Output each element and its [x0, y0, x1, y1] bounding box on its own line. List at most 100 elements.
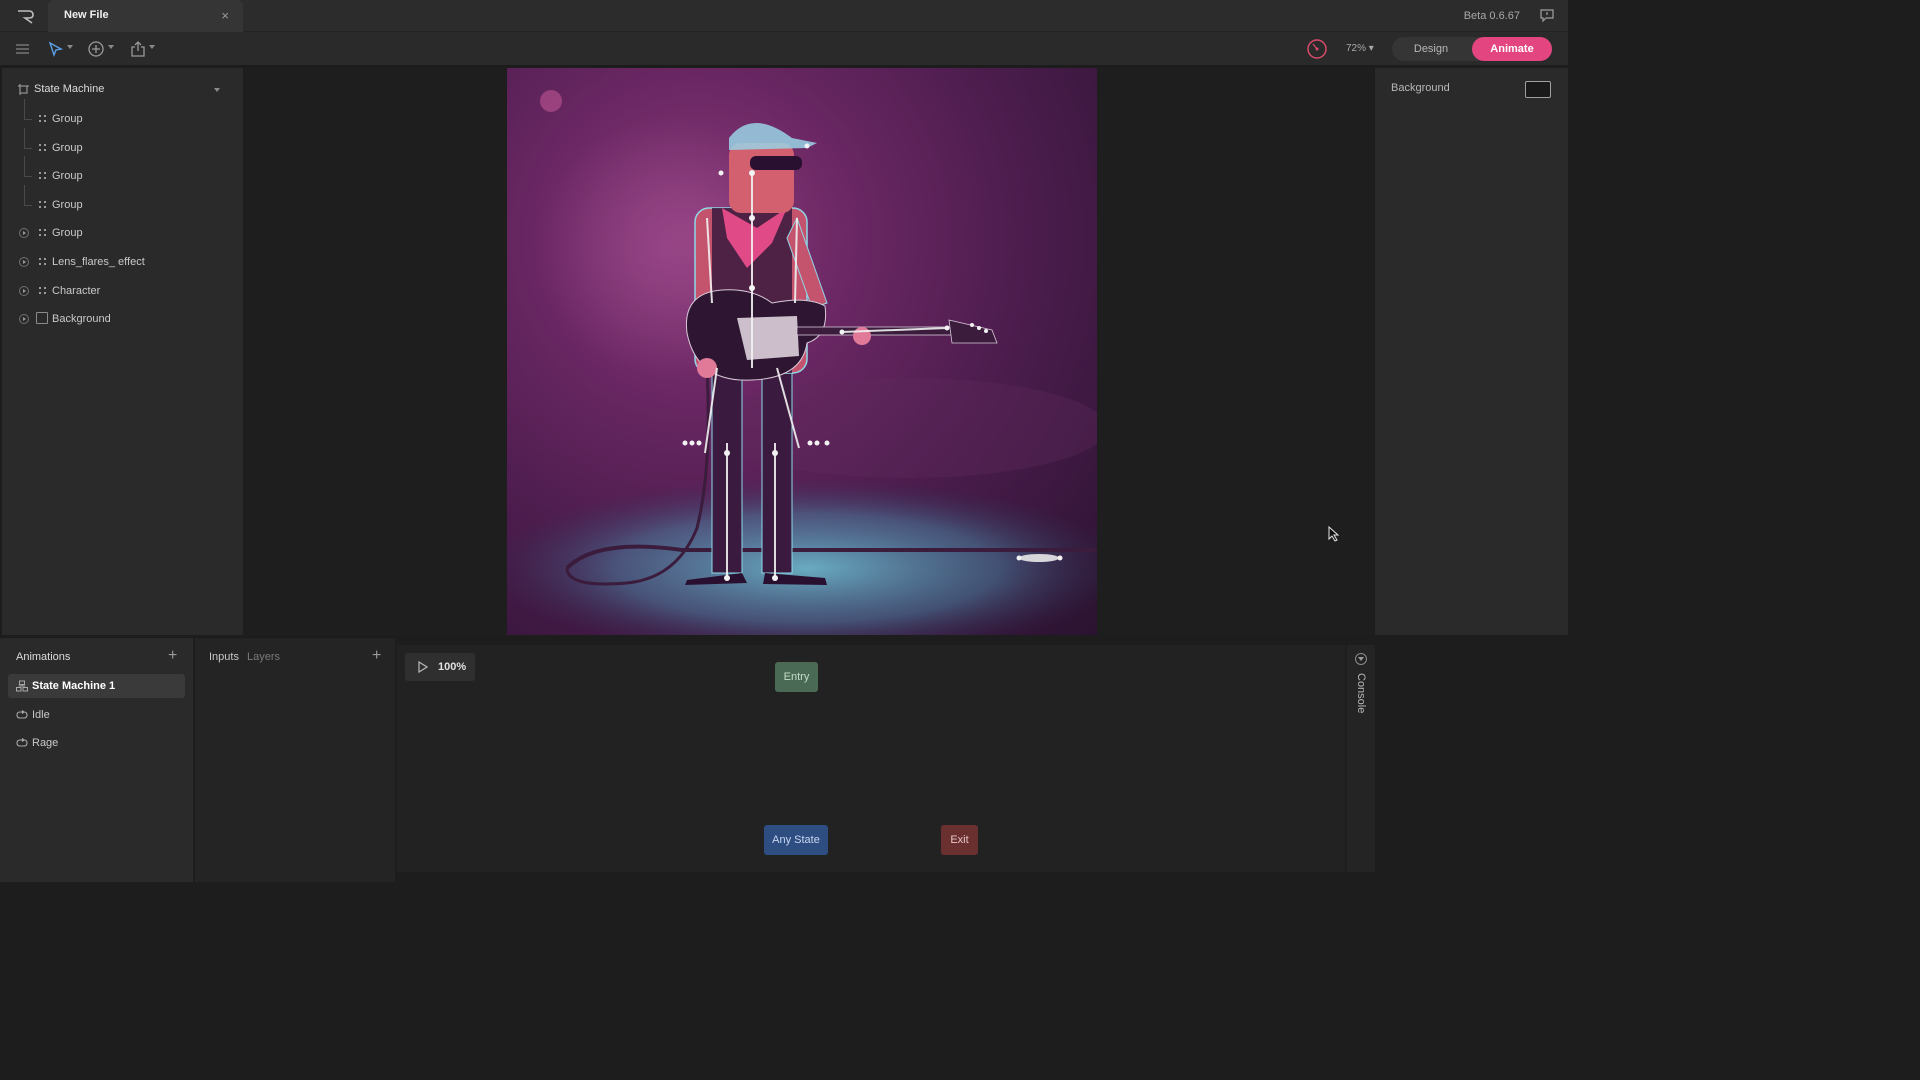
tree-line	[24, 99, 25, 119]
hierarchy-item[interactable]: Group	[18, 127, 228, 156]
loop-icon	[16, 709, 28, 719]
animation-item[interactable]: Rage	[8, 731, 185, 755]
guitar-pickguard	[737, 316, 799, 360]
group-icon	[39, 115, 46, 122]
add-animation-button[interactable]: +	[168, 648, 177, 664]
state-machine-icon	[16, 680, 28, 692]
playback-speed: 100%	[438, 661, 467, 673]
animations-header: Animations	[16, 651, 71, 663]
head	[729, 143, 794, 213]
canvas-area[interactable]	[245, 68, 1373, 635]
group-icon	[39, 258, 46, 265]
inputs-panel: Inputs Layers +	[195, 637, 395, 882]
rive-logo-icon[interactable]	[14, 7, 36, 25]
hierarchy-item-label: Lens_flares_ effect	[52, 256, 145, 268]
hierarchy-item-label: Group	[52, 141, 83, 154]
expand-icon[interactable]	[19, 285, 29, 296]
console-toggle[interactable]: Console	[1355, 673, 1367, 713]
state-machine-item[interactable]: State Machine 1	[8, 674, 185, 698]
animate-mode-button[interactable]: Animate	[1472, 37, 1552, 61]
tree-line	[24, 184, 25, 205]
hierarchy-item[interactable]: Background	[18, 311, 228, 327]
console-rail: Console	[1347, 645, 1375, 872]
expand-icon[interactable]	[19, 228, 29, 239]
stage-floor	[507, 478, 1097, 635]
hierarchy-item-label: Group	[52, 170, 83, 183]
shape-icon	[36, 312, 48, 325]
artboard-stage[interactable]	[507, 68, 1097, 635]
chevron-down-icon[interactable]	[214, 88, 220, 92]
cable-plug	[1019, 554, 1059, 562]
entry-state-node[interactable]: Entry	[775, 662, 818, 692]
animation-item-label: State Machine 1	[32, 680, 116, 692]
group-icon	[39, 286, 46, 294]
tab-inputs[interactable]: Inputs	[209, 651, 239, 663]
any-state-node[interactable]: Any State	[764, 825, 828, 855]
state-machine-graph[interactable]: 100% Entry Any State Exit	[397, 645, 1345, 872]
toolbar: 72% ▾ Design Animate	[0, 32, 1568, 66]
hierarchy-item[interactable]: Lens_flares_ effect	[18, 254, 228, 270]
artboard-icon	[18, 84, 29, 95]
tree-line	[24, 127, 25, 148]
background-color-swatch[interactable]	[1525, 81, 1551, 98]
performance-icon[interactable]	[1306, 38, 1328, 60]
animation-item-label: Rage	[32, 737, 59, 750]
chevron-down-icon[interactable]	[149, 45, 155, 49]
loop-icon	[16, 738, 28, 747]
hierarchy-root-label: State Machine	[34, 83, 105, 95]
hierarchy-item[interactable]: Character	[18, 283, 228, 299]
hierarchy-item[interactable]: Group	[18, 99, 228, 127]
menu-icon[interactable]	[15, 40, 30, 58]
animation-item-label: Idle	[32, 708, 50, 721]
tree-line	[24, 156, 25, 177]
hierarchy-item[interactable]: Group	[18, 184, 228, 213]
cap	[729, 123, 817, 150]
hierarchy-panel: State Machine Group Group Group Group Group L…	[2, 68, 243, 635]
tree-line	[24, 176, 32, 178]
background-label: Background	[1391, 82, 1450, 94]
chevron-down-icon[interactable]	[67, 45, 73, 49]
group-icon	[39, 229, 46, 237]
right-hand	[697, 358, 717, 378]
mode-switch: Design Animate	[1392, 37, 1552, 61]
hierarchy-root[interactable]: State Machine	[18, 82, 228, 98]
title-bar: New File × Beta 0.6.67	[0, 0, 1568, 32]
hierarchy-item-label: Background	[52, 313, 111, 326]
hierarchy-item-label: Character	[52, 284, 101, 297]
feedback-icon[interactable]	[1540, 9, 1554, 22]
group-icon	[39, 143, 46, 151]
sunglasses	[750, 156, 802, 170]
tree-line	[24, 204, 32, 206]
hierarchy-item-label: Group	[52, 227, 83, 240]
character-illustration	[507, 90, 1097, 635]
expand-icon[interactable]	[19, 257, 29, 267]
chevron-down-icon[interactable]	[1355, 653, 1367, 665]
hierarchy-item[interactable]: Group	[18, 225, 228, 241]
lens-flare	[540, 90, 562, 112]
zoom-level[interactable]: 72% ▾	[1346, 43, 1374, 54]
inspector-panel: Background	[1375, 68, 1568, 635]
tab-layers[interactable]: Layers	[247, 651, 280, 663]
animation-item[interactable]: Idle	[8, 703, 185, 727]
play-button[interactable]: 100%	[405, 653, 475, 681]
hierarchy-item[interactable]: Group	[18, 156, 228, 184]
group-icon	[39, 200, 46, 208]
tree-line	[24, 147, 32, 149]
hierarchy-item-label: Group	[52, 198, 83, 211]
animations-panel: Animations + State Machine 1 Idle Rage	[0, 637, 193, 882]
design-mode-button[interactable]: Design	[1392, 37, 1470, 61]
file-tab-title: New File	[64, 9, 109, 21]
export-icon[interactable]	[130, 40, 146, 58]
group-icon	[39, 172, 46, 180]
expand-icon[interactable]	[19, 314, 29, 325]
add-tool-icon[interactable]	[87, 40, 105, 58]
play-icon	[418, 661, 428, 673]
mouse-cursor-icon	[1328, 526, 1340, 542]
hierarchy-item-label: Group	[52, 113, 83, 125]
add-input-button[interactable]: +	[372, 648, 381, 664]
close-icon[interactable]: ×	[221, 8, 229, 23]
select-tool-icon[interactable]	[48, 40, 63, 58]
file-tab[interactable]: New File ×	[48, 0, 243, 32]
chevron-down-icon[interactable]	[108, 45, 114, 49]
exit-state-node[interactable]: Exit	[941, 825, 978, 855]
